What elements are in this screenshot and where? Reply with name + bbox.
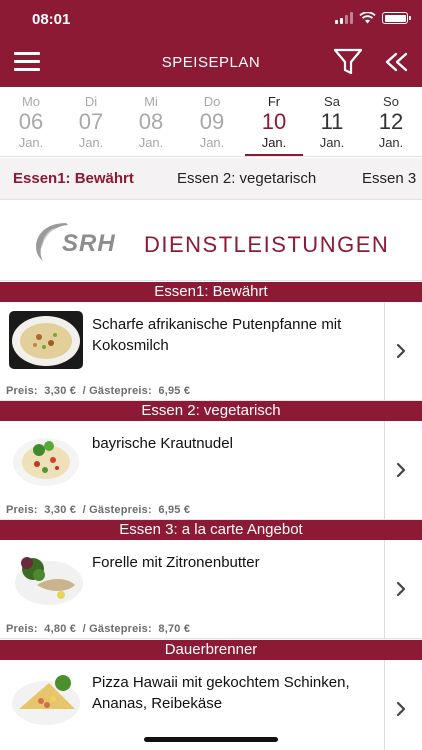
app-header: 08:01 SPEISEPLAN	[0, 0, 422, 87]
meal-card[interactable]: Forelle mit Zitronenbutter Preis: 4,80 €…	[0, 540, 422, 639]
meal-card[interactable]: bayrische Krautnudel Preis: 3,30 € / Gäs…	[0, 421, 422, 520]
date-item[interactable]: Sa 11 Jan.	[302, 87, 362, 157]
logo-srh-text: SRH	[62, 230, 116, 257]
food-photo-fish-plate	[9, 549, 83, 607]
date-item[interactable]: Di 07 Jan.	[61, 87, 121, 157]
wifi-icon	[359, 12, 376, 24]
tab-essen2[interactable]: Essen 2: vegetarisch	[177, 170, 316, 187]
food-photo-pizza	[9, 669, 83, 727]
section-header: Dauerbrenner	[0, 640, 422, 660]
food-photo-rice-dish	[9, 311, 83, 369]
date-item-selected[interactable]: Fr 10 Jan.	[244, 87, 304, 157]
date-item[interactable]: Mi 08 Jan.	[121, 87, 181, 157]
logo-dienstleistungen-text: DIENSTLEISTUNGEN	[144, 232, 390, 257]
selected-date-indicator	[245, 154, 303, 156]
battery-icon	[382, 12, 411, 24]
date-selector: Mo 06 Jan. Di 07 Jan. Mi 08 Jan. Do 09 J…	[0, 87, 422, 157]
card-divider	[384, 421, 385, 520]
home-indicator	[144, 737, 278, 742]
meal-title: Forelle mit Zitronenbutter	[92, 554, 260, 571]
section-header: Essen 3: a la carte Angebot	[0, 520, 422, 540]
category-tabs: Essen1: Bewährt Essen 2: vegetarisch Ess…	[0, 158, 422, 200]
double-chevron-left-icon[interactable]	[384, 52, 410, 72]
meal-title: Pizza Hawaii mit gekochtem Schinken, Ana…	[92, 674, 350, 712]
chevron-right-icon[interactable]	[394, 342, 408, 360]
food-photo-pasta-salad	[9, 430, 83, 488]
tab-essen1[interactable]: Essen1: Bewährt	[13, 170, 134, 187]
status-icons	[335, 12, 411, 24]
section-header: Essen 2: vegetarisch	[0, 401, 422, 421]
tab-essen3[interactable]: Essen 3	[362, 170, 416, 187]
card-divider	[384, 302, 385, 401]
meal-title: bayrische Krautnudel	[92, 435, 233, 452]
meal-card[interactable]: Scharfe afrikanische Putenpfanne mit Kok…	[0, 302, 422, 401]
srh-logo-banner: SRH DIENSTLEISTUNGEN	[0, 201, 422, 281]
meal-price: Preis: 4,80 € / Gästepreis: 8,70 €	[6, 623, 191, 635]
date-item[interactable]: Mo 06 Jan.	[1, 87, 61, 157]
date-item[interactable]: Do 09 Jan.	[182, 87, 242, 157]
status-bar: 08:01	[0, 0, 422, 40]
section-header: Essen1: Bewährt	[0, 282, 422, 302]
meal-price: Preis: 3,30 € / Gästepreis: 6,95 €	[6, 504, 191, 516]
card-divider	[384, 540, 385, 639]
chevron-right-icon[interactable]	[394, 461, 408, 479]
filter-icon[interactable]	[333, 48, 363, 76]
chevron-right-icon[interactable]	[394, 580, 408, 598]
cellular-signal-icon	[335, 12, 353, 24]
status-time: 08:01	[32, 11, 71, 28]
chevron-right-icon[interactable]	[394, 700, 408, 718]
meal-title: Scharfe afrikanische Putenpfanne mit Kok…	[92, 316, 342, 354]
date-item[interactable]: So 12 Jan.	[361, 87, 421, 157]
card-divider	[384, 660, 385, 750]
meal-price: Preis: 3,30 € / Gästepreis: 6,95 €	[6, 385, 191, 397]
